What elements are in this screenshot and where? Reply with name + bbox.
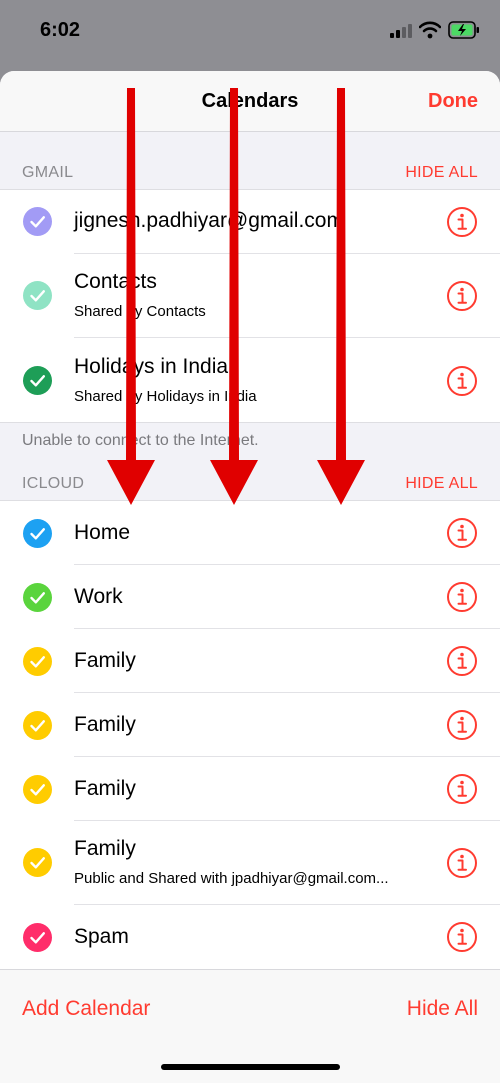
calendar-row[interactable]: jignesh.padhiyar@gmail.com xyxy=(0,190,500,254)
calendar-title: Family xyxy=(74,837,136,860)
calendar-row[interactable]: Work xyxy=(0,565,500,629)
calendar-title: Family xyxy=(74,649,136,672)
gmail-calendar-list: jignesh.padhiyar@gmail.com Contacts Shar… xyxy=(0,189,500,423)
status-time: 6:02 xyxy=(40,19,81,41)
calendar-row[interactable]: Home xyxy=(0,501,500,565)
info-icon[interactable] xyxy=(446,365,478,397)
calendar-title: Family xyxy=(74,713,136,736)
calendar-checkmark-icon[interactable] xyxy=(23,848,52,877)
calendar-subtitle: Public and Shared with jpadhiyar@gmail.c… xyxy=(74,870,389,887)
icloud-calendar-list: Home Work Family Family Family Family Pu… xyxy=(0,500,500,970)
calendar-row[interactable]: Spam xyxy=(0,905,500,969)
calendar-title: Spam xyxy=(74,925,129,948)
offline-note: Unable to connect to the Internet. xyxy=(22,432,259,449)
calendar-checkmark-icon[interactable] xyxy=(23,366,52,395)
calendar-subtitle: Shared by Holidays in India xyxy=(74,388,257,405)
info-icon[interactable] xyxy=(446,921,478,953)
wifi-icon xyxy=(419,21,441,39)
calendar-checkmark-icon[interactable] xyxy=(23,207,52,236)
info-icon[interactable] xyxy=(446,847,478,879)
section-header-icloud: ICLOUD HIDE ALL xyxy=(0,475,500,499)
info-icon[interactable] xyxy=(446,206,478,238)
calendar-row[interactable]: Family xyxy=(0,693,500,757)
calendar-subtitle: Shared by Contacts xyxy=(74,303,206,320)
calendar-checkmark-icon[interactable] xyxy=(23,711,52,740)
battery-charging-icon xyxy=(448,21,479,39)
add-calendar-button[interactable]: Add Calendar xyxy=(22,997,150,1021)
calendar-checkmark-icon[interactable] xyxy=(23,281,52,310)
calendar-row[interactable]: Family Public and Shared with jpadhiyar@… xyxy=(0,821,500,905)
done-button[interactable]: Done xyxy=(428,90,478,113)
calendar-checkmark-icon[interactable] xyxy=(23,519,52,548)
info-icon[interactable] xyxy=(446,645,478,677)
calendar-title: Home xyxy=(74,521,131,544)
calendar-row[interactable]: Family xyxy=(0,757,500,821)
status-bar: 6:02 xyxy=(0,0,500,60)
hide-all-gmail-button[interactable]: HIDE ALL xyxy=(405,164,478,182)
info-icon[interactable] xyxy=(446,280,478,312)
page-title: Calendars xyxy=(201,90,299,112)
navigation-bar: Calendars Done xyxy=(0,71,500,132)
info-icon[interactable] xyxy=(446,773,478,805)
section-title: GMAIL xyxy=(22,164,74,181)
hide-all-button[interactable]: Hide All xyxy=(407,997,478,1021)
info-icon[interactable] xyxy=(446,709,478,741)
info-icon[interactable] xyxy=(446,517,478,549)
bottom-toolbar: Add Calendar Hide All xyxy=(0,969,500,1083)
calendar-title: Contacts xyxy=(74,270,157,293)
calendar-row[interactable]: Family xyxy=(0,629,500,693)
calendar-checkmark-icon[interactable] xyxy=(23,923,52,952)
calendar-title: Family xyxy=(74,777,136,800)
calendar-title: Work xyxy=(74,585,123,608)
info-icon[interactable] xyxy=(446,581,478,613)
calendar-checkmark-icon[interactable] xyxy=(23,583,52,612)
cellular-signal-icon xyxy=(390,24,412,38)
hide-all-icloud-button[interactable]: HIDE ALL xyxy=(405,475,478,493)
calendar-row[interactable]: Contacts Shared by Contacts xyxy=(0,254,500,338)
section-title: ICLOUD xyxy=(22,475,85,492)
calendars-sheet: Calendars Done GMAIL HIDE ALL jignesh.pa… xyxy=(0,71,500,1083)
home-indicator xyxy=(161,1064,340,1070)
section-header-gmail: GMAIL HIDE ALL xyxy=(0,164,500,188)
calendar-row[interactable]: Holidays in India Shared by Holidays in … xyxy=(0,338,500,422)
calendar-checkmark-icon[interactable] xyxy=(23,775,52,804)
calendar-title: Holidays in India xyxy=(74,355,229,378)
calendar-checkmark-icon[interactable] xyxy=(23,647,52,676)
calendar-title: jignesh.padhiyar@gmail.com xyxy=(74,209,344,232)
